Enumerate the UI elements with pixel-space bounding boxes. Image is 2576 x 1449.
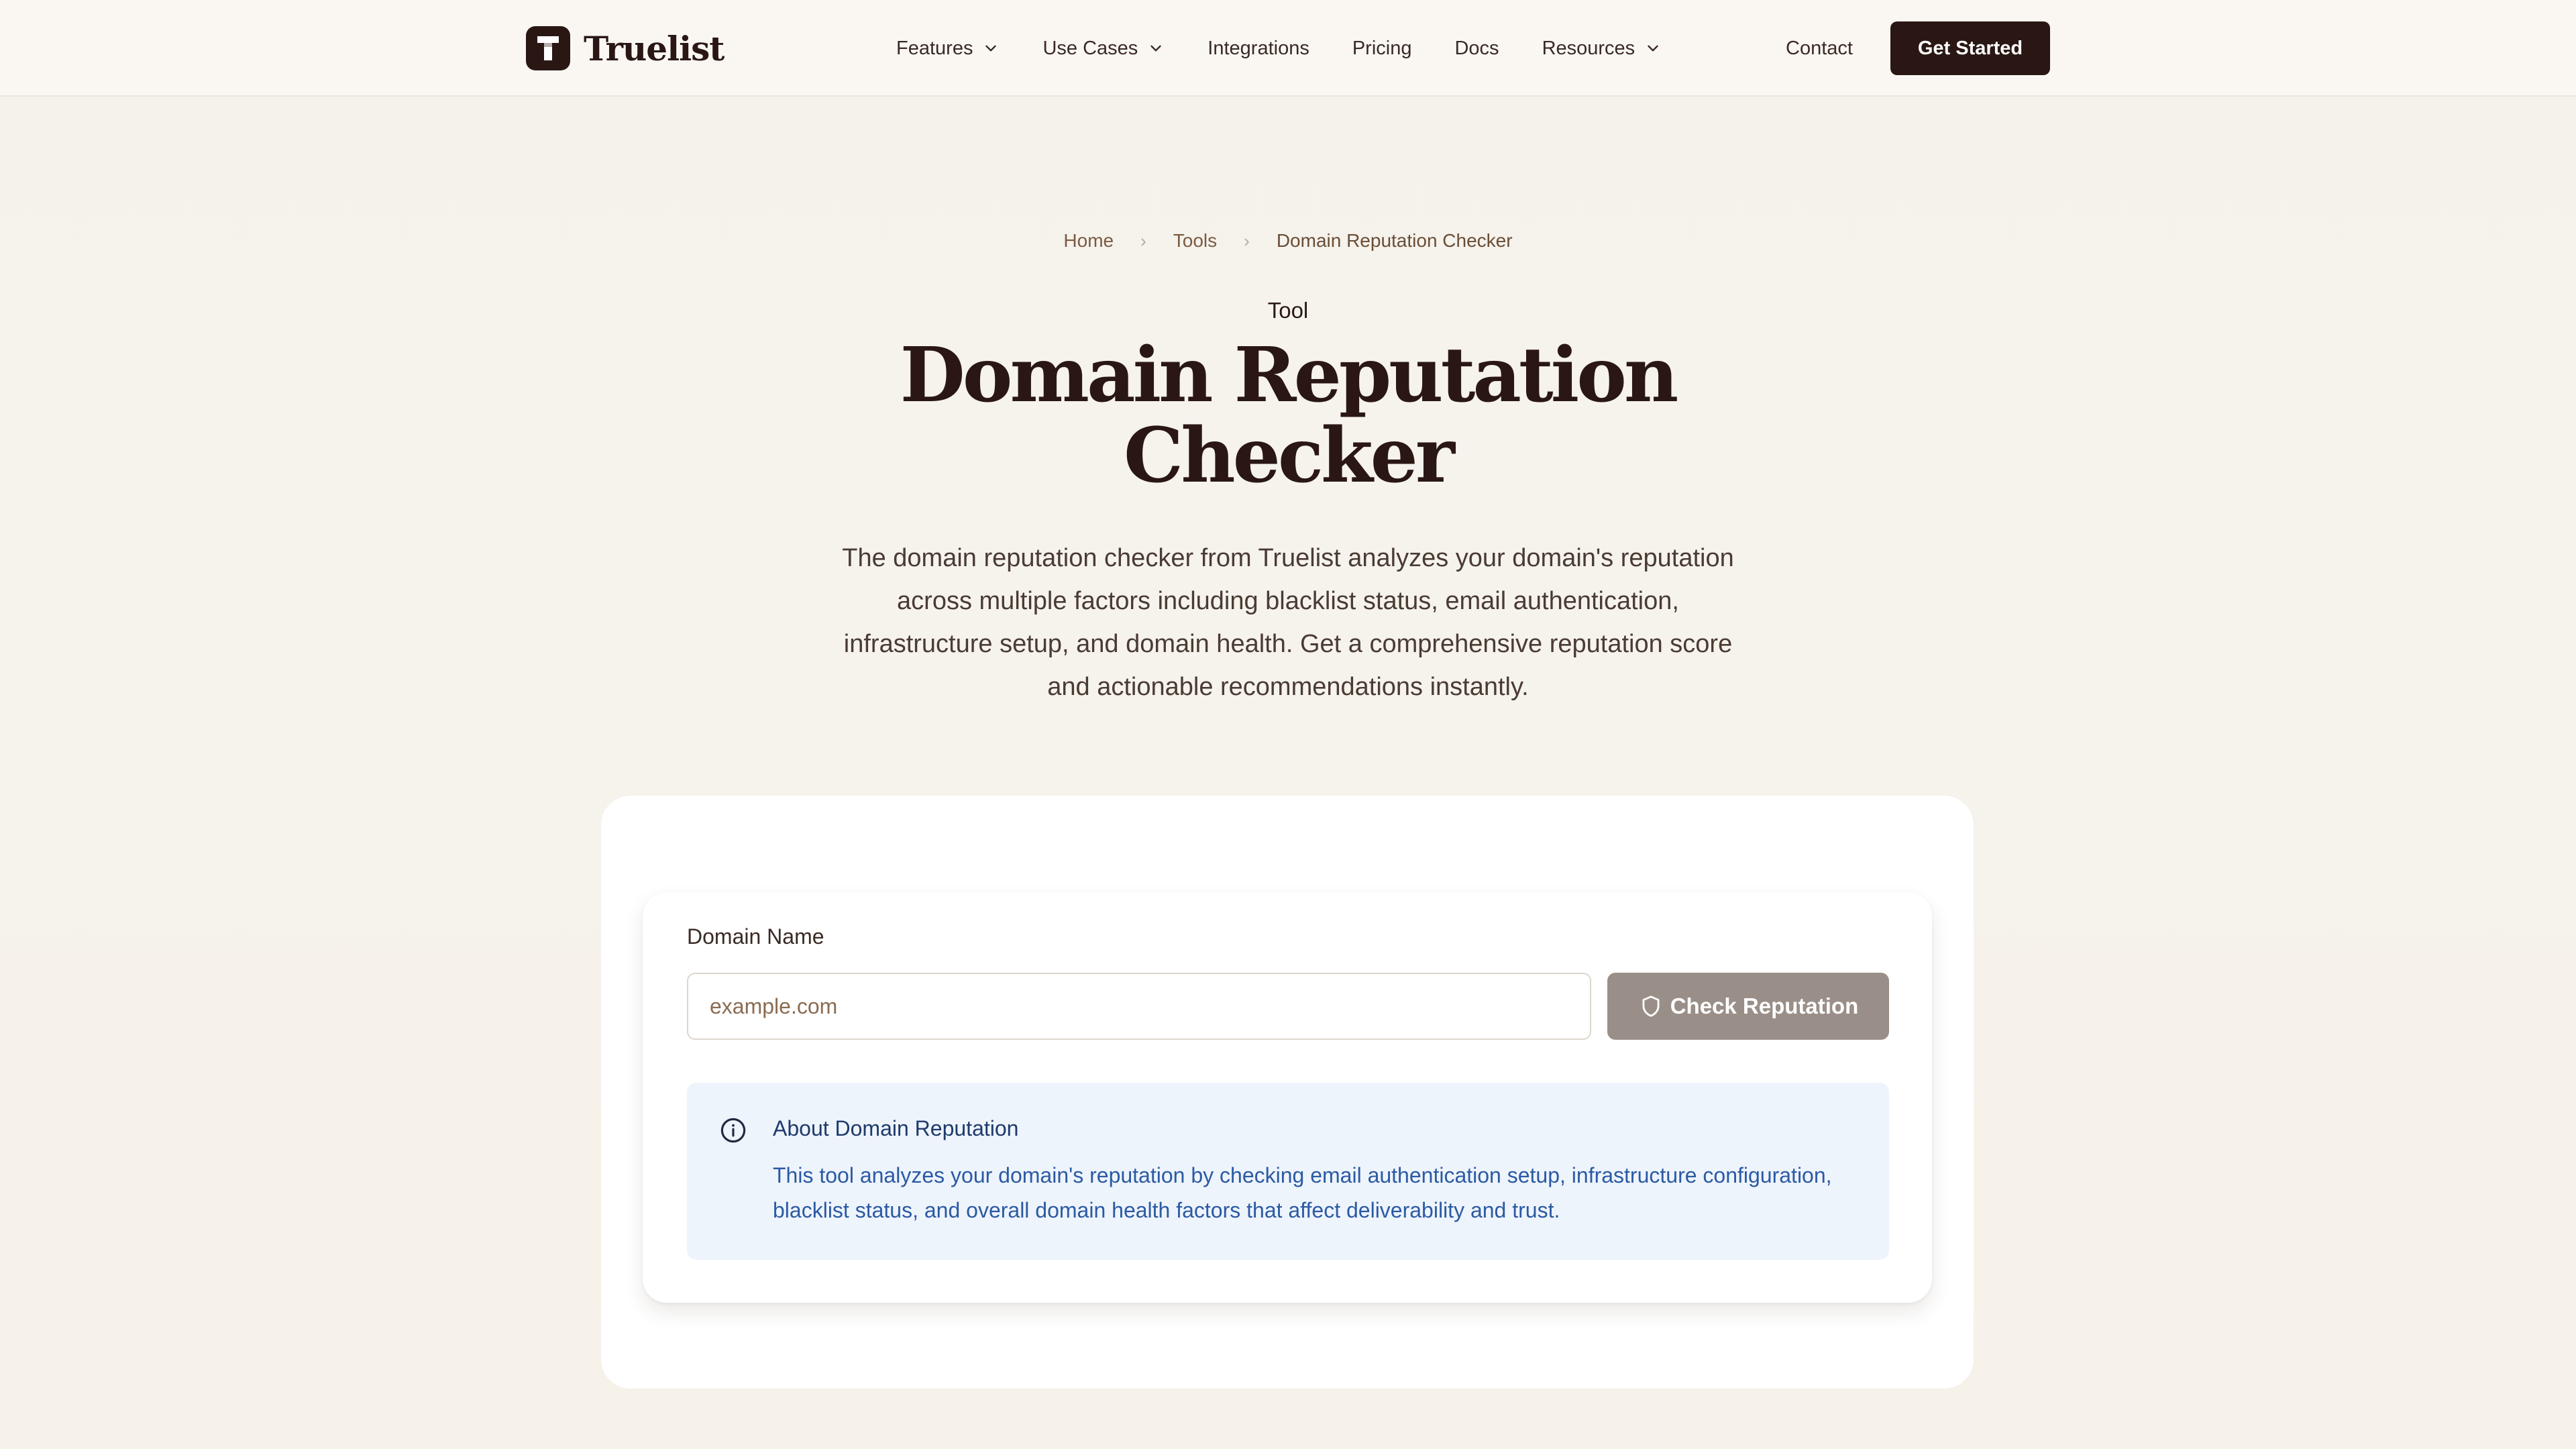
logo-link[interactable]: Truelist [526,25,724,71]
nav-pricing[interactable]: Pricing [1352,38,1412,60]
breadcrumb-current: Domain Reputation Checker [1276,230,1513,251]
nav-label: Resources [1542,37,1635,59]
chevron-right-icon: › [1244,230,1250,251]
check-reputation-label: Check Reputation [1670,994,1859,1018]
breadcrumb: Home › Tools › Domain Reputation Checker [0,224,2576,258]
chevron-down-icon [1150,45,1161,52]
contact-link[interactable]: Contact [1786,0,1853,97]
nav-docs[interactable]: Docs [1454,38,1499,60]
main-nav: Features Use Cases Integrations Pricing … [896,0,1662,97]
check-reputation-button[interactable]: Check Reputation [1607,973,1889,1040]
nav-label: Integrations [1208,37,1309,59]
breadcrumb-home[interactable]: Home [1063,230,1114,252]
nav-label: Features [896,37,973,59]
nav-label: Pricing [1352,37,1412,59]
nav-label: Use Cases [1042,37,1138,59]
domain-input[interactable] [687,973,1591,1040]
nav-use-cases[interactable]: Use Cases [1042,38,1165,60]
info-title: About Domain Reputation [773,1116,1019,1140]
chevron-down-icon [985,45,997,52]
chevron-right-icon: › [1140,230,1146,251]
nav-integrations[interactable]: Integrations [1208,38,1309,60]
domain-name-label: Domain Name [687,924,824,949]
breadcrumb-tools[interactable]: Tools [1173,230,1217,252]
about-info-box: About Domain Reputation This tool analyz… [687,1083,1889,1260]
shield-icon [1642,996,1660,1017]
page: Truelist Features Use Cases Integrations… [0,0,2576,1449]
truelist-logo-icon [526,26,570,70]
nav-resources[interactable]: Resources [1542,38,1662,60]
get-started-button[interactable]: Get Started [1890,21,2050,75]
info-text: This tool analyzes your domain's reputat… [773,1163,1832,1222]
site-header: Truelist Features Use Cases Integrations… [0,0,2576,97]
logo-text: Truelist [584,28,724,68]
chevron-down-icon [1648,45,1658,52]
nav-features[interactable]: Features [896,38,1000,60]
tool-eyebrow: Tool [1267,298,1309,323]
page-title: Domain Reputation Checker [738,335,1838,496]
page-description: The domain reputation checker from Truel… [842,544,1734,701]
page-title-line-2: Checker [1124,412,1455,500]
page-title-line-1: Domain Reputation [900,331,1679,419]
nav-label: Docs [1454,37,1499,59]
info-icon [720,1118,746,1143]
